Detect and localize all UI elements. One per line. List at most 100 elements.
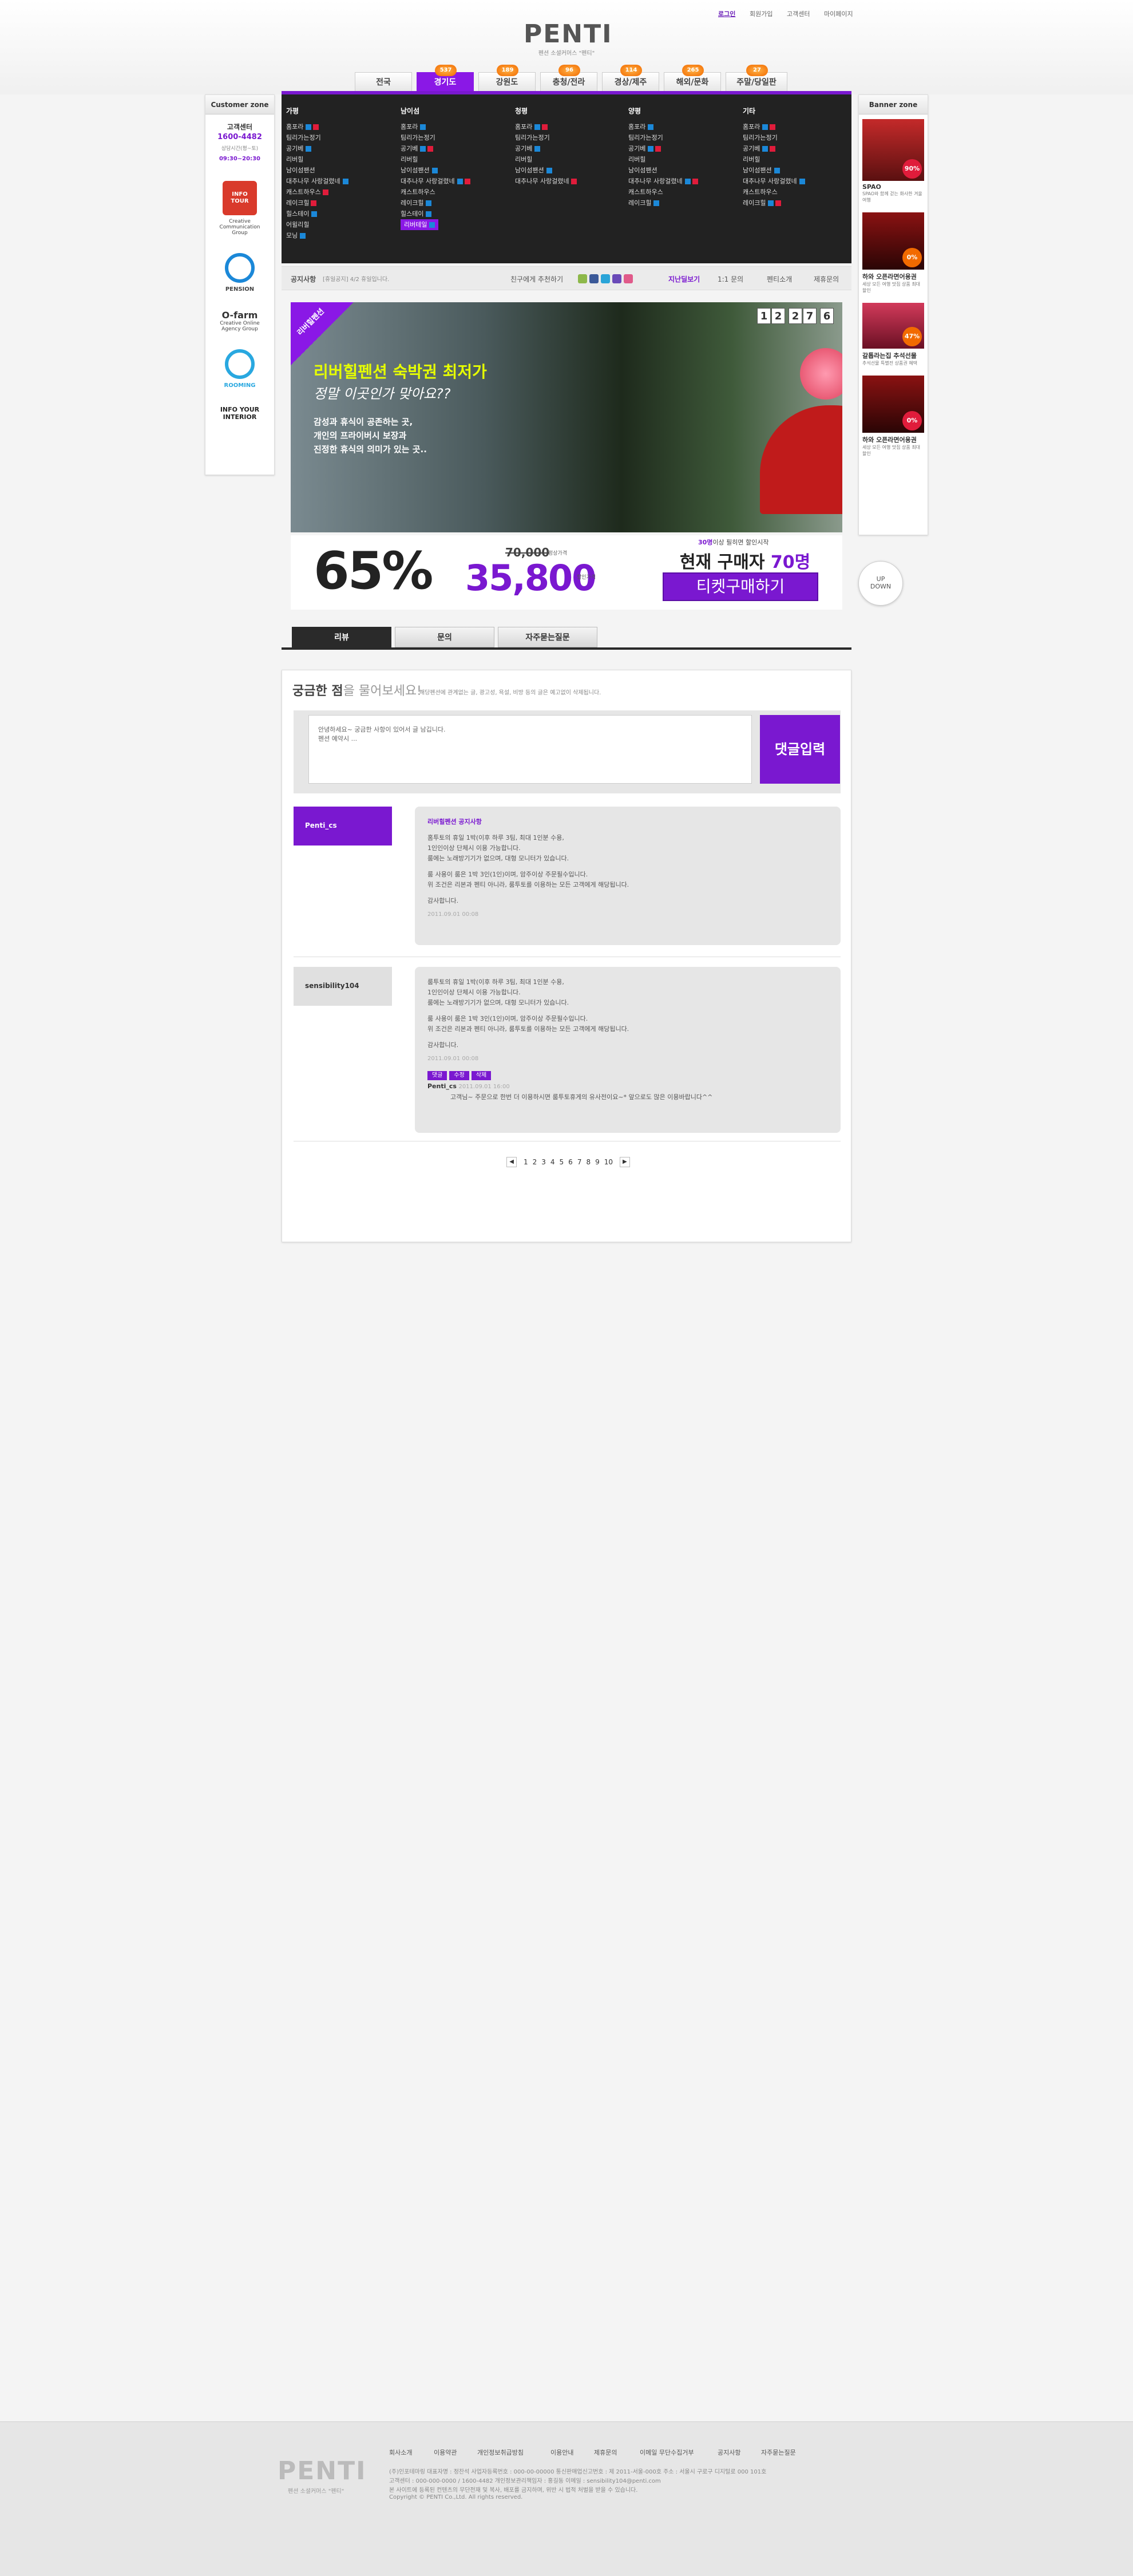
nav-tab-gangwon[interactable]: 189 강원도 (478, 65, 536, 92)
buy-ticket-button[interactable]: 티켓구매하기 (663, 572, 818, 601)
megamenu-column-title[interactable]: 남이섬 (401, 106, 509, 116)
megamenu-item[interactable]: 리버힐 (743, 154, 851, 165)
post-author[interactable]: sensibility104 (294, 967, 392, 1006)
megamenu-item[interactable]: 레이크힐 (401, 197, 509, 208)
megamenu-item[interactable]: 어윌리힐 (286, 219, 395, 230)
footer-link[interactable]: 제휴문의 (594, 2448, 617, 2457)
megamenu-item[interactable]: 레이크힐 (743, 197, 851, 208)
page-link[interactable]: 8 (586, 1158, 591, 1166)
facebook-share-icon[interactable] (589, 274, 599, 283)
about-link[interactable]: 펜티소개 (767, 274, 792, 284)
delete-button[interactable]: 삭제 (471, 1071, 492, 1080)
page-link[interactable]: 6 (568, 1158, 573, 1166)
nav-tab-chungcheong-jeolla[interactable]: 96 충청/전라 (540, 65, 597, 92)
partner-infotour[interactable]: INFO TOUR Creative Communication Group (214, 181, 266, 236)
megamenu-item[interactable]: 리버힐 (628, 154, 737, 165)
megamenu-item[interactable]: 홈포라 (743, 121, 851, 132)
megamenu-item[interactable]: 홈포라 (286, 121, 395, 132)
megamenu-item[interactable]: 대추나무 사랑걸렸네 (743, 176, 851, 187)
megamenu-item[interactable]: 팀리가는정기 (628, 132, 737, 143)
megamenu-item[interactable]: 팀리가는정기 (401, 132, 509, 143)
megamenu-item[interactable]: 캐스트하우스 (743, 187, 851, 197)
megamenu-item[interactable]: 남이섬팬션 (515, 165, 624, 176)
page-link[interactable]: 2 (533, 1158, 537, 1166)
megamenu-column-title[interactable]: 청평 (515, 106, 624, 116)
reply-button[interactable]: 댓글 (427, 1071, 447, 1080)
partner-info-your-interior[interactable]: INFO YOUR INTERIOR (214, 406, 266, 421)
email-share-icon[interactable] (578, 274, 587, 283)
banner-item[interactable]: 0% 하와 오픈라면어용권 세상 모든 여행 맛집 상품 최대 할인 (859, 371, 928, 461)
nav-tab-all[interactable]: 전국 (355, 72, 412, 92)
nav-tab-gyeongsang-jeju[interactable]: 114 경상/제주 (602, 65, 659, 92)
megamenu-column-title[interactable]: 가평 (286, 106, 395, 116)
edit-button[interactable]: 수정 (449, 1071, 469, 1080)
customer-center-link[interactable]: 고객센터 (787, 9, 810, 18)
page-link[interactable]: 4 (550, 1158, 555, 1166)
megamenu-item[interactable]: 공기베 (743, 143, 851, 154)
twitter-share-icon[interactable] (601, 274, 610, 283)
nav-tab-overseas-culture[interactable]: 265 해외/문화 (664, 65, 721, 92)
tab-inquiry[interactable]: 문의 (395, 627, 494, 647)
mypage-link[interactable]: 마이페이지 (824, 9, 853, 18)
inquiry-link[interactable]: 1:1 문의 (718, 274, 743, 284)
up-label[interactable]: UP (859, 575, 902, 583)
megamenu-item[interactable]: 모닝 (286, 230, 395, 241)
site-logo[interactable]: PENTI 펜션 소셜커머스 "펜티" (524, 21, 612, 57)
megamenu-item[interactable]: 공기베 (286, 143, 395, 154)
megamenu-item[interactable]: 레이크힐 (286, 197, 395, 208)
megamenu-item[interactable]: 대추나무 사랑걸렸네 (286, 176, 395, 187)
page-link[interactable]: 9 (595, 1158, 600, 1166)
megamenu-item[interactable]: 팀리가는정기 (743, 132, 851, 143)
partner-pension[interactable]: PENSION (214, 253, 266, 293)
tab-faq[interactable]: 자주묻는질문 (498, 627, 597, 647)
tab-review[interactable]: 리뷰 (292, 627, 391, 647)
post-author[interactable]: Penti_cs (294, 807, 392, 846)
megamenu-item[interactable]: 대추나무 사랑걸렸네 (515, 176, 624, 187)
banner-item[interactable]: 90% SPAO SPAO와 함께 걷는 화사한 겨울여행 (859, 114, 928, 208)
footer-link[interactable]: 공지사항 (718, 2448, 740, 2457)
megamenu-item[interactable]: 홈포라 (628, 121, 737, 132)
partner-ofarm[interactable]: O-farm Creative Online Agency Group (214, 310, 266, 332)
megamenu-item[interactable]: 남이섬팬션 (286, 165, 395, 176)
down-label[interactable]: DOWN (859, 583, 902, 590)
banner-item[interactable]: 0% 하와 오픈라면어용권 세상 모든 여행 맛집 상품 최대 할인 (859, 208, 928, 298)
page-link[interactable]: 1 (524, 1158, 528, 1166)
megamenu-item[interactable]: 공기베 (628, 143, 737, 154)
footer-link[interactable]: 개인정보취급방침 (477, 2448, 524, 2457)
megamenu-item[interactable]: 홈포라 (401, 121, 509, 132)
page-link[interactable]: 7 (577, 1158, 582, 1166)
megamenu-item[interactable]: 캐스트하우스 (401, 187, 509, 197)
notice-label[interactable]: 공지사항 (291, 274, 316, 284)
megamenu-item[interactable]: 대추나무 사랑걸렸네 (628, 176, 737, 187)
footer-link[interactable]: 이용안내 (550, 2448, 573, 2457)
megamenu-item[interactable]: 팀리가는정기 (515, 132, 624, 143)
submit-comment-button[interactable]: 댓글입력 (760, 715, 840, 784)
footer-link[interactable]: 이용약관 (434, 2448, 457, 2457)
me2day-share-icon[interactable] (612, 274, 621, 283)
megamenu-item[interactable]: 리버힐 (286, 154, 395, 165)
nav-tab-weekend[interactable]: 27 주말/당일판 (726, 65, 787, 92)
past-deals-link[interactable]: 지난딜보기 (668, 274, 700, 284)
footer-link[interactable]: 이메일 무단수집거부 (640, 2448, 694, 2457)
megamenu-item[interactable]: 공기베 (515, 143, 624, 154)
megamenu-item[interactable]: 남이섬팬션 (401, 165, 509, 176)
notice-text[interactable]: [휴일공지] 4/2 휴일입니다. (323, 274, 389, 283)
megamenu-item[interactable]: 힐스테이 (286, 208, 395, 219)
next-page-button[interactable]: ▶ (619, 1157, 630, 1167)
megamenu-column-title[interactable]: 기타 (743, 106, 851, 116)
megamenu-item[interactable]: 캐스트하우스 (286, 187, 395, 197)
scroll-updown-button[interactable]: UP DOWN (858, 561, 903, 606)
megamenu-item[interactable]: 캐스트하우스 (628, 187, 737, 197)
megamenu-item[interactable]: 대추나무 사랑걸렸네 (401, 176, 509, 187)
megamenu-item[interactable]: 레이크힐 (628, 197, 737, 208)
megamenu-item[interactable]: 남이섬팬션 (743, 165, 851, 176)
megamenu-item[interactable]: 공기베 (401, 143, 509, 154)
page-link[interactable]: 5 (560, 1158, 564, 1166)
signup-link[interactable]: 회원가입 (750, 9, 772, 18)
page-link[interactable]: 3 (541, 1158, 546, 1166)
footer-link[interactable]: 회사소개 (389, 2448, 412, 2457)
partnership-link[interactable]: 제휴문의 (814, 274, 839, 284)
nav-tab-gyeonggi[interactable]: 537 경기도 (417, 65, 474, 92)
partner-rooming[interactable]: ROOMING (214, 349, 266, 389)
megamenu-item[interactable]: 팀리가는정기 (286, 132, 395, 143)
